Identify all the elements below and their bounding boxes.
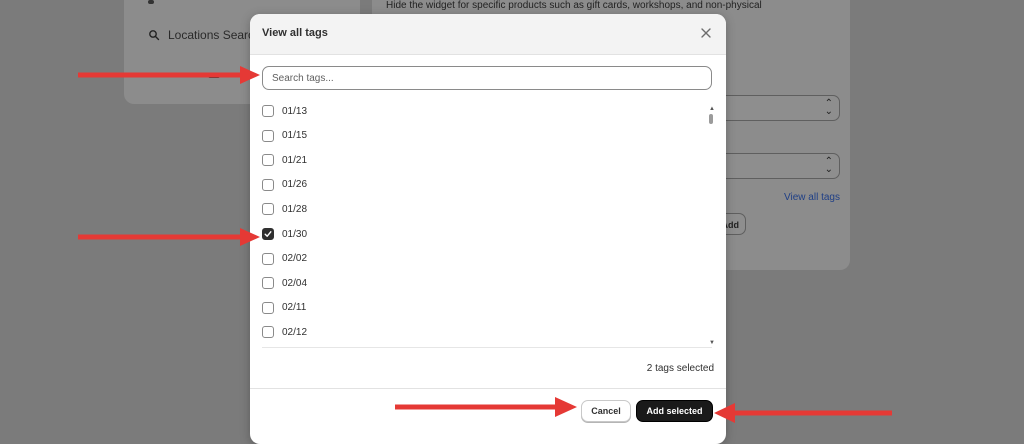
tag-list-scrollbar[interactable]: ▲ ▼ [708,106,715,346]
tag-checkbox[interactable] [262,178,274,191]
tag-label: 01/21 [282,154,308,166]
tag-row[interactable]: 01/13 [262,102,307,120]
tag-checkbox[interactable] [262,154,274,167]
footer-divider [250,388,726,389]
modal-header: View all tags [250,14,726,55]
tag-checkbox[interactable] [262,252,274,265]
tag-row[interactable]: 01/26 [262,176,307,194]
tag-label: 01/26 [282,179,308,191]
background-view-all-tags-link: View all tags [784,192,840,203]
scrollbar-thumb[interactable] [709,114,713,124]
tag-checkbox[interactable] [262,203,274,216]
checkmark-icon [264,231,272,237]
list-divider [262,347,712,348]
chevron-up-down-icon: ⌃ ⌄ [824,156,833,175]
tag-list: 01/13 01/15 01/21 01/26 01/28 01/30 02/0… [262,102,712,348]
tag-label: 01/13 [282,105,308,117]
tag-row[interactable]: 02/04 [262,274,307,292]
tag-label: 01/28 [282,203,308,215]
tag-label: 01/30 [282,228,308,240]
tag-checkbox[interactable] [262,277,274,290]
tag-label: 01/15 [282,130,308,142]
annotation-arrow-add-selected [714,403,892,423]
view-all-tags-modal: View all tags 01/13 01/15 01/21 01/26 01… [250,14,726,444]
tag-row[interactable]: 02/12 [262,323,307,341]
tag-row[interactable]: 01/21 [262,151,307,169]
chevron-up-down-icon: ⌃ ⌄ [824,98,833,117]
search-icon [149,30,160,41]
search-tags-input[interactable] [262,66,712,90]
add-selected-button[interactable]: Add selected [636,400,713,422]
tag-checkbox[interactable] [262,105,274,117]
tag-checkbox-checked[interactable] [262,228,274,240]
tag-row[interactable]: 01/28 [262,200,307,218]
tag-checkbox[interactable] [262,301,274,314]
background-sidebar-item-label: Locations Search [168,28,261,42]
tag-row[interactable]: 01/15 [262,127,307,145]
close-icon[interactable] [698,25,714,41]
tag-row[interactable]: 02/11 [262,299,306,317]
annotation-arrow-checked-tag [78,228,260,246]
cancel-button[interactable]: Cancel [581,400,631,422]
annotation-arrow-search [78,66,260,84]
tag-row[interactable]: 02/02 [262,250,307,268]
background-sidebar-item-locations-search: Locations Search [148,28,261,42]
tag-label: 02/11 [282,302,307,314]
selected-count-text: 2 tags selected [646,363,714,374]
background-help-text: Hide the widget for specific products su… [386,0,762,11]
tag-row[interactable]: 01/30 [262,225,307,243]
tag-checkbox[interactable] [262,326,274,339]
tag-label: 02/02 [282,253,308,265]
tag-checkbox[interactable] [262,129,274,142]
background-select: ⌃ ⌄ [718,95,840,121]
modal-title: View all tags [262,27,328,39]
tag-label: 02/12 [282,326,308,338]
background-sidebar-stub [148,0,154,4]
scroll-down-icon[interactable]: ▼ [709,340,715,346]
annotation-arrow-cancel [395,397,577,417]
scroll-up-icon[interactable]: ▲ [709,106,715,112]
tag-label: 02/04 [282,277,308,289]
background-select: ⌃ ⌄ [718,153,840,179]
